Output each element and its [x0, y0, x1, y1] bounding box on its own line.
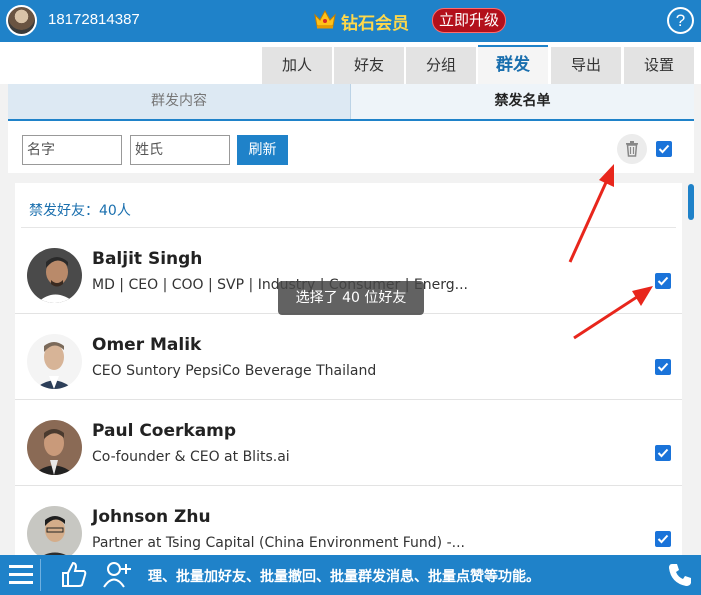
user-phone: 18172814387	[48, 11, 140, 28]
add-person-icon[interactable]	[102, 560, 132, 590]
subtab-blocklist[interactable]: 禁发名单	[350, 84, 694, 119]
avatar	[27, 248, 82, 303]
subtab-broadcast-content[interactable]: 群发内容	[8, 84, 350, 119]
feature-marquee: 理、批量加好友、批量撤回、批量群发消息、批量点赞等功能。	[148, 569, 540, 585]
bottom-bar: 理、批量加好友、批量撤回、批量群发消息、批量点赞等功能。	[0, 555, 701, 595]
friend-name: Omer Malik	[92, 335, 202, 355]
selection-toast: 选择了 40 位好友	[278, 281, 424, 315]
friend-name: Paul Coerkamp	[92, 421, 237, 441]
vip-label: 钻石会员	[341, 14, 409, 34]
friend-checkbox[interactable]	[655, 359, 671, 375]
avatar	[27, 420, 82, 475]
trash-icon[interactable]	[617, 134, 647, 164]
blocked-count: 禁发好友：40人	[29, 203, 131, 219]
blocklist-panel: 禁发好友：40人 Baljit Singh MD | CEO | COO | S…	[8, 173, 694, 555]
crown-icon	[314, 9, 336, 29]
avatar	[27, 334, 82, 389]
friend-headline: Partner at Tsing Capital (China Environm…	[92, 535, 465, 551]
scrollbar-thumb[interactable]	[688, 184, 694, 220]
user-avatar[interactable]	[6, 5, 37, 36]
help-button[interactable]: ?	[667, 7, 694, 34]
first-name-input[interactable]	[22, 135, 122, 165]
list-item[interactable]: Paul Coerkamp Co-founder & CEO at Blits.…	[15, 400, 682, 486]
friend-name: Baljit Singh	[92, 249, 203, 269]
friend-checkbox[interactable]	[655, 531, 671, 547]
select-all-checkbox[interactable]	[656, 141, 672, 157]
top-bar: 18172814387 钻石会员 立即升级 ?	[0, 0, 701, 42]
list-item[interactable]: Johnson Zhu Partner at Tsing Capital (Ch…	[15, 486, 682, 555]
phone-icon[interactable]	[666, 561, 694, 589]
tab-settings[interactable]: 设置	[624, 47, 694, 84]
tab-groups[interactable]: 分组	[406, 47, 476, 84]
main-tabs: 加人 好友 分组 群发 导出 设置	[0, 42, 701, 84]
tab-friends[interactable]: 好友	[334, 47, 404, 84]
thumbs-up-icon[interactable]	[60, 560, 88, 590]
menu-icon[interactable]	[8, 561, 34, 589]
refresh-button[interactable]: 刷新	[237, 135, 288, 165]
upgrade-button[interactable]: 立即升级	[432, 8, 507, 33]
tab-broadcast[interactable]: 群发	[478, 45, 548, 84]
list-item[interactable]: Omer Malik CEO Suntory PepsiCo Beverage …	[15, 314, 682, 400]
tab-export[interactable]: 导出	[551, 47, 621, 84]
friend-headline: Co-founder & CEO at Blits.ai	[92, 449, 290, 465]
friend-name: Johnson Zhu	[92, 507, 211, 527]
sub-tabs: 群发内容 禁发名单	[8, 84, 694, 121]
friend-checkbox[interactable]	[655, 273, 671, 289]
avatar	[27, 506, 82, 555]
divider	[40, 559, 41, 591]
list-scrollbar[interactable]	[688, 180, 694, 555]
friend-list: 禁发好友：40人 Baljit Singh MD | CEO | COO | S…	[15, 183, 682, 555]
last-name-input[interactable]	[130, 135, 230, 165]
friend-headline: CEO Suntory PepsiCo Beverage Thailand	[92, 363, 377, 379]
tab-add-people[interactable]: 加人	[262, 47, 332, 84]
filter-bar: 刷新	[8, 121, 694, 173]
friend-checkbox[interactable]	[655, 445, 671, 461]
